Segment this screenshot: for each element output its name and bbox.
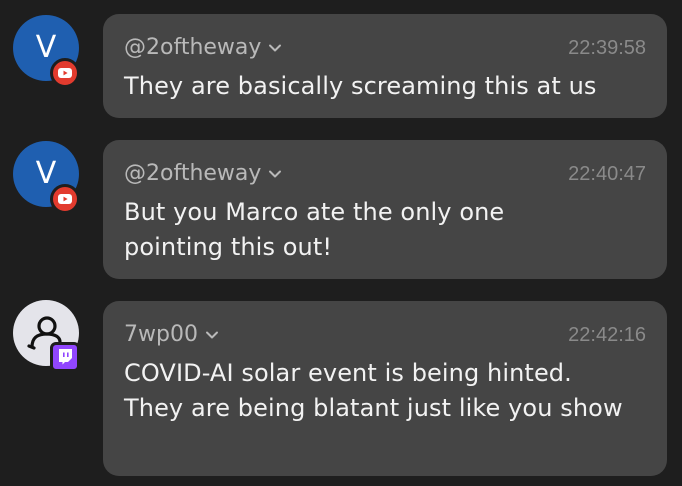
chevron-down-icon[interactable] <box>205 328 219 342</box>
timestamp: 22:39:58 <box>568 37 646 59</box>
youtube-logo-icon <box>58 68 72 78</box>
timestamp: 22:40:47 <box>568 163 646 185</box>
chevron-down-icon[interactable] <box>268 167 282 181</box>
username-menu[interactable]: @2oftheway <box>124 160 282 188</box>
username-menu[interactable]: 7wp00 <box>124 321 219 349</box>
twitch-badge <box>50 342 80 372</box>
message-bubble: @2oftheway 22:39:58 They are basically s… <box>103 14 667 118</box>
username[interactable]: @2oftheway <box>124 160 261 188</box>
username-menu[interactable]: @2oftheway <box>124 34 282 62</box>
username[interactable]: 7wp00 <box>124 321 198 349</box>
chevron-down-icon[interactable] <box>268 41 282 55</box>
message-text: They are basically screaming this at us <box>124 72 597 100</box>
username[interactable]: @2oftheway <box>124 34 261 62</box>
message-bubble: 7wp00 22:42:16 COVID-AI solar event is b… <box>103 301 667 476</box>
youtube-badge <box>50 184 80 214</box>
chat-feed: V @2oftheway 22:39:58 They are basically… <box>0 0 682 486</box>
message-text: But you Marco ate the only one pointing … <box>124 198 505 261</box>
youtube-logo-icon <box>58 194 72 204</box>
twitch-logo-icon <box>59 349 72 365</box>
message-header: @2oftheway 22:39:58 <box>124 34 646 62</box>
message-header: 7wp00 22:42:16 <box>124 321 646 349</box>
youtube-badge <box>50 58 80 88</box>
timestamp: 22:42:16 <box>568 324 646 346</box>
message-header: @2oftheway 22:40:47 <box>124 160 646 188</box>
message-bubble: @2oftheway 22:40:47 But you Marco ate th… <box>103 140 667 279</box>
message-text: COVID-AI solar event is being hinted. Th… <box>124 359 623 422</box>
